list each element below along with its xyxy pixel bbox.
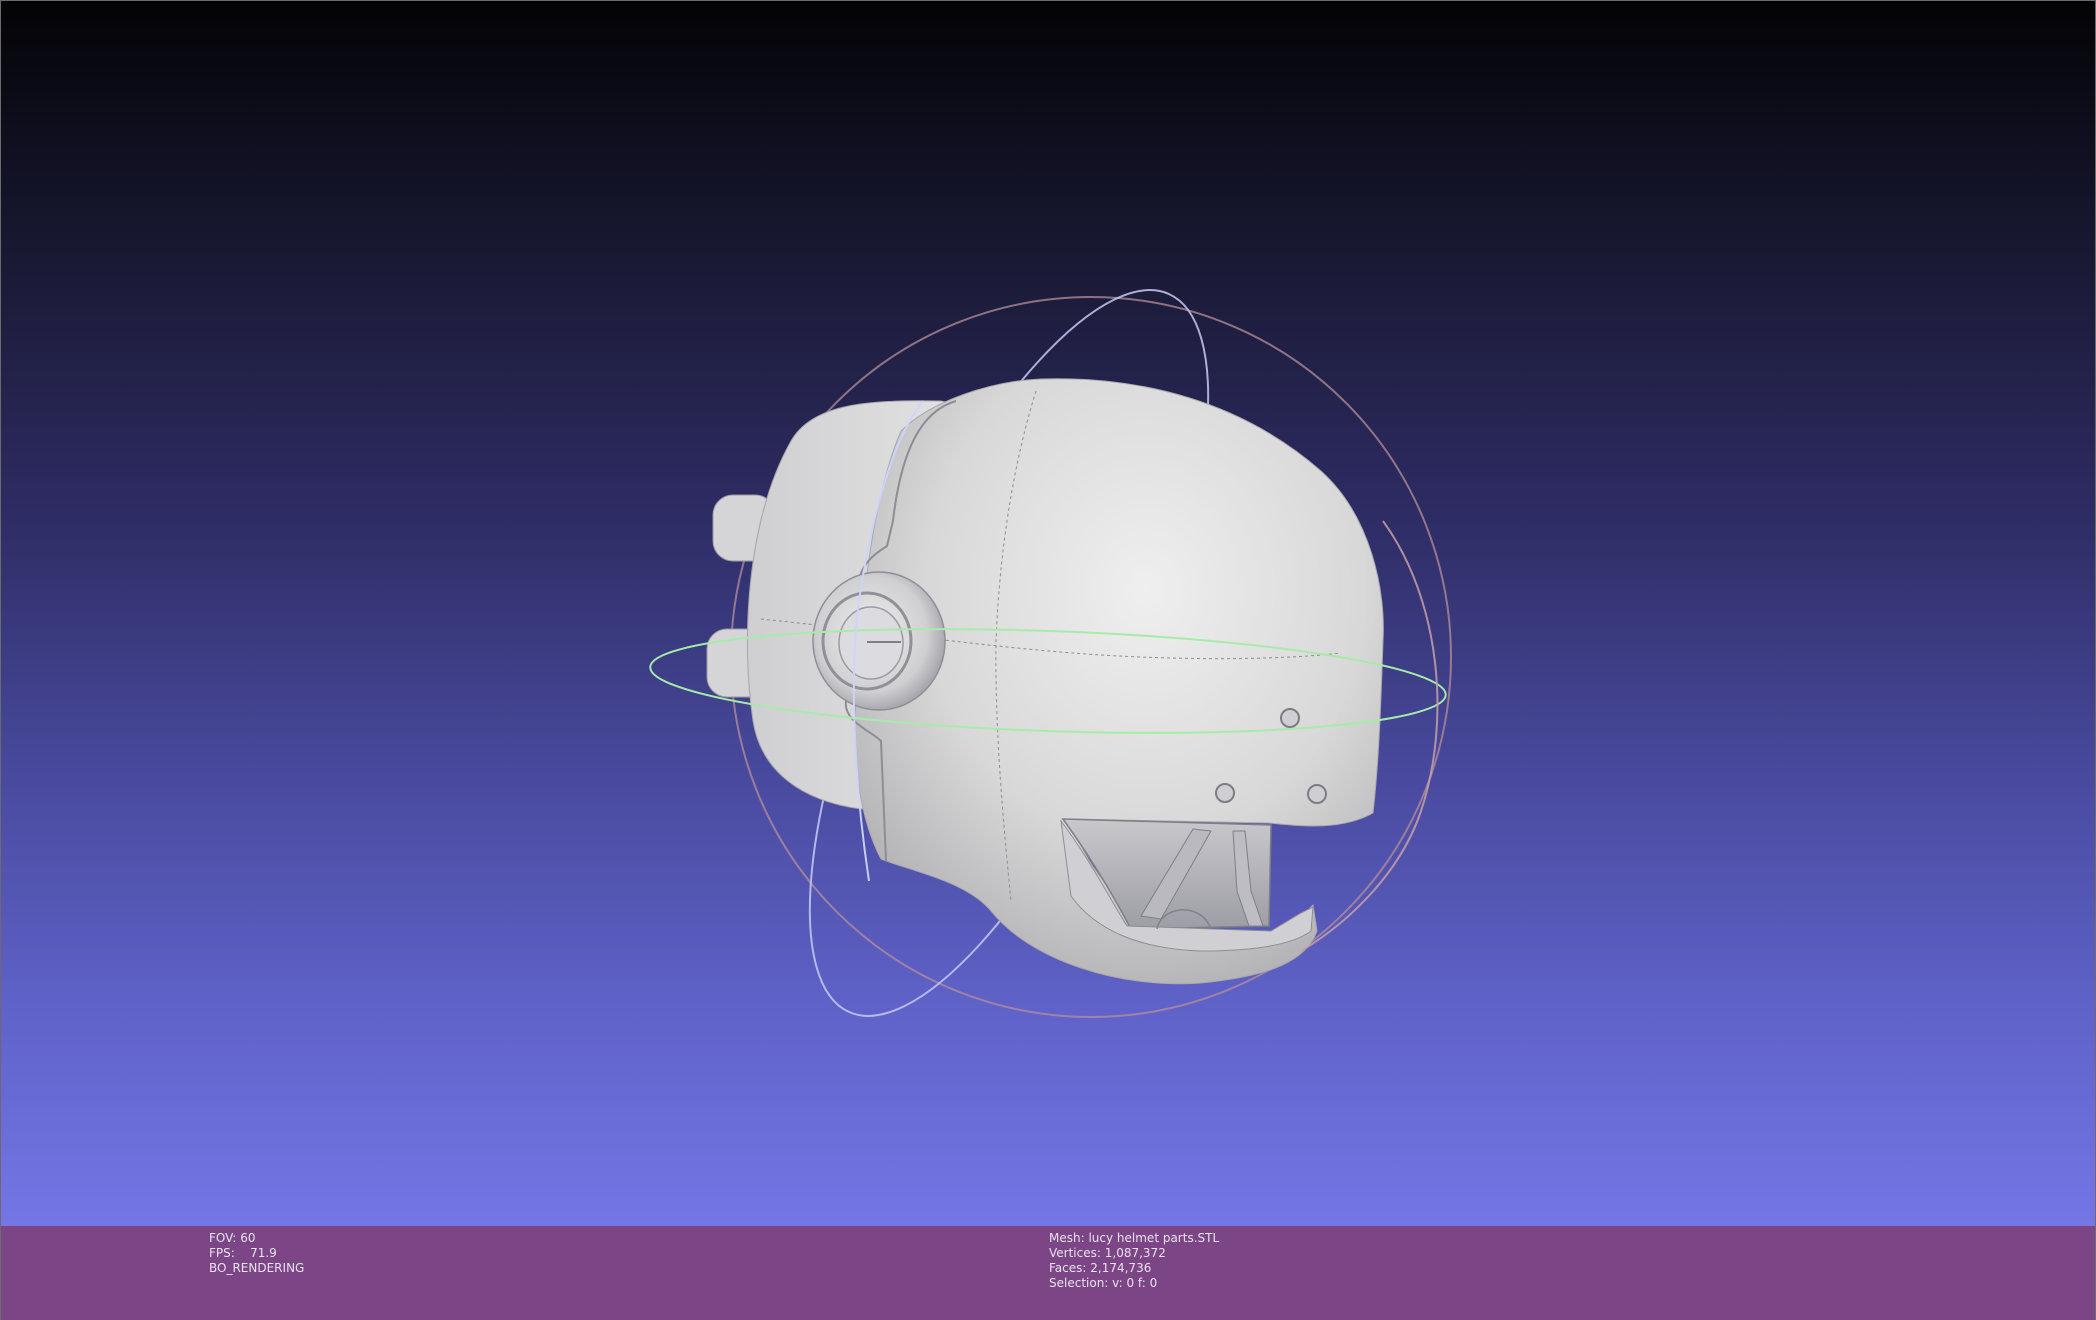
- selection-label: Selection:: [1049, 1276, 1109, 1290]
- mesh-info: Mesh: lucy helmet parts.STL Vertices: 1,…: [1049, 1231, 1219, 1291]
- fov-line: FOV: 60: [209, 1231, 304, 1246]
- vertices-line: Vertices: 1,087,372: [1049, 1246, 1219, 1261]
- fov-label: FOV:: [209, 1231, 237, 1245]
- selection-line: Selection: v: 0 f: 0: [1049, 1276, 1219, 1291]
- fov-value: 60: [240, 1231, 256, 1245]
- mesh-label: Mesh:: [1049, 1231, 1085, 1245]
- mesh-line: Mesh: lucy helmet parts.STL: [1049, 1231, 1219, 1246]
- faces-line: Faces: 2,174,736: [1049, 1261, 1219, 1276]
- screw-hole-3: [1307, 784, 1327, 804]
- fps-line: FPS: 71.9: [209, 1246, 304, 1261]
- faces-value: 2,174,736: [1090, 1261, 1152, 1275]
- fps-label: FPS:: [209, 1246, 235, 1260]
- meshlab-window: FOV: 60 FPS: 71.9 BO_RENDERING Mesh: luc…: [0, 0, 2096, 1320]
- vertices-value: 1,087,372: [1104, 1246, 1166, 1260]
- selection-value: v: 0 f: 0: [1112, 1276, 1158, 1290]
- scene-canvas[interactable]: [1, 1, 2096, 1227]
- fps-value: 71.9: [250, 1246, 277, 1260]
- render-info: FOV: 60 FPS: 71.9 BO_RENDERING: [209, 1231, 304, 1276]
- render-mode: BO_RENDERING: [209, 1261, 305, 1275]
- screw-hole-2: [1215, 783, 1235, 803]
- info-status-bar: FOV: 60 FPS: 71.9 BO_RENDERING Mesh: luc…: [0, 1226, 2096, 1320]
- mesh-name: lucy helmet parts.STL: [1088, 1231, 1220, 1245]
- helmet-model[interactable]: [706, 378, 1384, 985]
- screw-hole-1: [1280, 708, 1300, 728]
- 3d-viewport[interactable]: [0, 0, 2096, 1226]
- vertices-label: Vertices:: [1049, 1246, 1101, 1260]
- faces-label: Faces:: [1049, 1261, 1087, 1275]
